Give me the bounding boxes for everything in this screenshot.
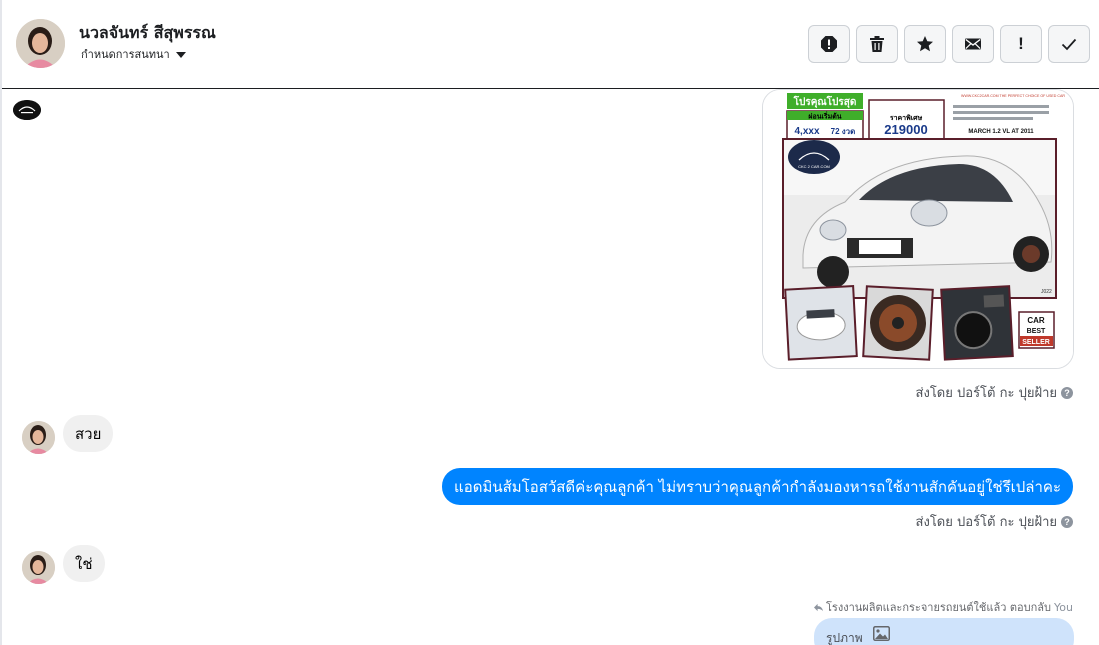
reply-preview-text: รูปภาพ [826,631,863,645]
ad-price-label: ราคาพิเศษ [890,114,923,122]
contact-message-avatar[interactable] [22,421,55,454]
important-icon: ! [1018,34,1024,53]
reply-arrow-icon [814,603,824,611]
ad-brand: CKC 2 CAR.COM [798,164,830,169]
star-icon [917,36,933,52]
assign-conversation-dropdown[interactable]: กำหนดการสนทนา [81,45,186,63]
badge-line-1: CAR [1027,316,1045,325]
incoming-message[interactable]: สวย [63,415,114,452]
ad-price: 219000 [884,122,927,137]
reply-context-text: โรงงานผลิตและกระจายรถยนต์ใช้แล้ว ตอบกลับ [826,601,1052,614]
sent-by-label: ส่งโดย ปอร์โต้ กะ ปุยฝ้าย ? [916,382,1073,403]
envelope-icon [965,38,981,50]
reply-context-you: You [1054,600,1073,614]
ad-model: MARCH 1.2 VL AT 2011 [968,129,1034,135]
conversation-header: นวลจันทร์ สีสุพรรณ กำหนดการสนทนา ! [2,0,1099,89]
reply-context: โรงงานผลิตและกระจายรถยนต์ใช้แล้ว ตอบกลับ… [814,598,1073,616]
conversation-toolbar: ! [808,25,1090,63]
sent-by-text: ส่งโดย ปอร์โต้ กะ ปุยฝ้าย [915,515,1057,530]
trash-icon [870,36,884,52]
image-icon [872,626,890,641]
sent-by-label: ส่งโดย ปอร์โต้ กะ ปุยฝ้าย ? [916,511,1073,532]
delete-button[interactable] [856,25,898,63]
ad-headline: โปรคุณโปรสุด [793,95,857,108]
help-icon[interactable]: ? [1061,515,1073,528]
contact-avatar[interactable] [16,19,65,68]
ad-term: 72 งวด [831,127,856,136]
outgoing-message[interactable]: แอดมินส้มโอสวัสดีค่ะคุณลูกค้า ไม่ทราบว่า… [442,468,1073,505]
replied-message-preview[interactable]: รูปภาพ [814,618,1074,645]
sent-by-text: ส่งโดย ปอร์โต้ กะ ปุยฝ้าย [915,386,1057,401]
spam-icon [821,36,837,52]
contact-message-avatar[interactable] [22,551,55,584]
badge-line-2: BEST [1027,328,1046,335]
ad-code: J022 [1041,289,1052,295]
page-logo-avatar[interactable] [13,100,41,120]
caret-down-icon [175,51,186,58]
ad-installment-value: 4,xxx [794,126,819,137]
badge-line-3: SELLER [1022,339,1050,346]
assign-label: กำหนดการสนทนา [81,48,170,61]
star-button[interactable] [904,25,946,63]
conversation-view: นวลจันทร์ สีสุพรรณ กำหนดการสนทนา ! โปรคุ… [0,0,1099,645]
ad-site: WWW.CKC2CAR.COM THE PERFECT CHOICE OF US… [961,94,1065,98]
incoming-message[interactable]: ใช่ [63,545,105,582]
mark-important-button[interactable]: ! [1000,25,1042,63]
help-icon[interactable]: ? [1061,386,1073,399]
check-icon [1061,38,1077,51]
mark-spam-button[interactable] [808,25,850,63]
car-ad-image-message[interactable]: โปรคุณโปรสุด ผ่อนเริ่มต้น 4,xxx 72 งวด ร… [762,89,1074,369]
contact-name: นวลจันทร์ สีสุพรรณ [79,23,216,42]
mark-unread-button[interactable] [952,25,994,63]
mark-done-button[interactable] [1048,25,1090,63]
